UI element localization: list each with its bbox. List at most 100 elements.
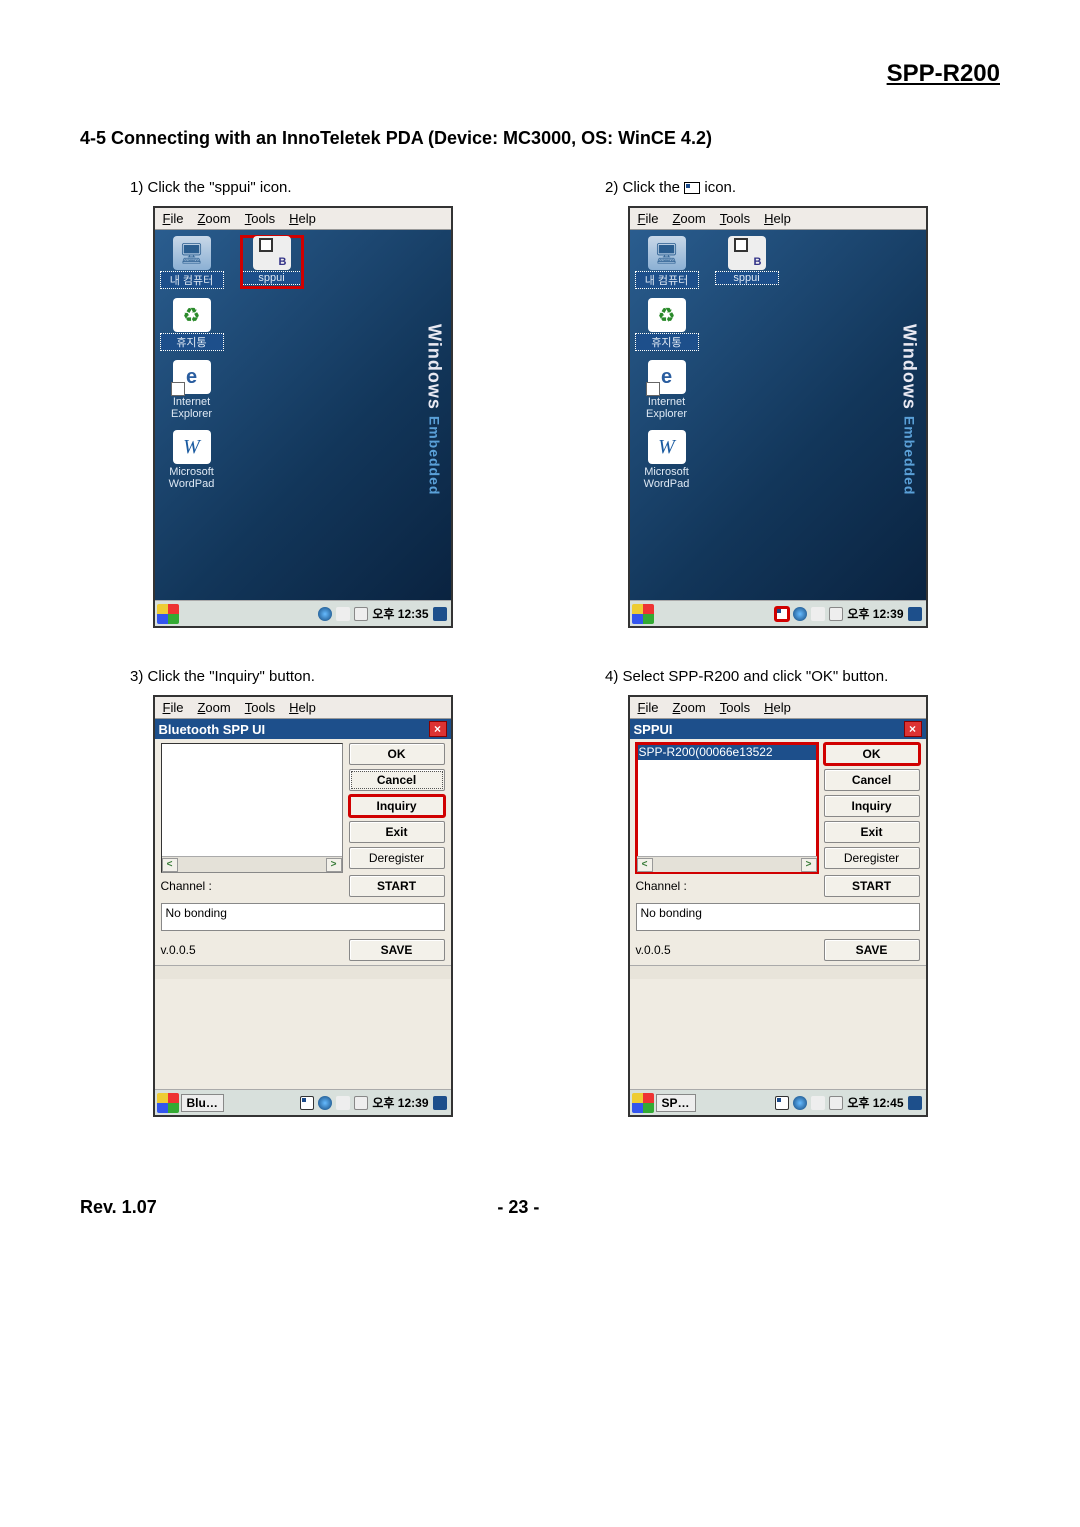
start-button[interactable] bbox=[632, 604, 654, 624]
menu-help[interactable]: Help bbox=[764, 700, 791, 715]
inquiry-button[interactable]: Inquiry bbox=[824, 795, 920, 817]
device-listbox[interactable]: SPP-R200(00066e13522 < > bbox=[636, 743, 818, 873]
menu-help[interactable]: Help bbox=[289, 700, 316, 715]
desktop-ie[interactable]: e Internet Explorer bbox=[636, 360, 698, 420]
conn-tray-icon[interactable] bbox=[775, 607, 789, 621]
close-button[interactable]: × bbox=[904, 721, 922, 737]
tray-app-icon[interactable] bbox=[908, 1096, 922, 1110]
globe-icon[interactable] bbox=[318, 607, 332, 621]
menu-file[interactable]: File bbox=[638, 211, 659, 226]
taskbar: SP… 오후 12:45 bbox=[630, 1089, 926, 1115]
titlebar: SPPUI × bbox=[630, 719, 926, 739]
wordpad-label: Microsoft WordPad bbox=[161, 466, 223, 490]
menu-help[interactable]: Help bbox=[764, 211, 791, 226]
h-scrollbar[interactable]: < > bbox=[637, 856, 817, 872]
menu-tools[interactable]: Tools bbox=[245, 700, 275, 715]
volume-icon[interactable] bbox=[336, 1096, 350, 1110]
taskbar-app-button[interactable]: Blu… bbox=[181, 1094, 224, 1112]
menu-file[interactable]: File bbox=[638, 700, 659, 715]
channel-label: Channel : bbox=[636, 879, 687, 893]
system-tray: 오후 12:39 bbox=[300, 1094, 448, 1111]
menu-zoom[interactable]: Zoom bbox=[672, 700, 705, 715]
keyboard-icon[interactable] bbox=[829, 607, 843, 621]
version-label: v.0.0.5 bbox=[161, 943, 339, 957]
scroll-right[interactable]: > bbox=[801, 858, 817, 872]
taskbar-app-button[interactable]: SP… bbox=[656, 1094, 696, 1112]
ok-button[interactable]: OK bbox=[824, 743, 920, 765]
menu-zoom[interactable]: Zoom bbox=[197, 211, 230, 226]
desktop-wordpad[interactable]: W Microsoft WordPad bbox=[636, 430, 698, 490]
tray-app-icon[interactable] bbox=[433, 607, 447, 621]
menubar: File Zoom Tools Help bbox=[155, 697, 451, 719]
menu-zoom[interactable]: Zoom bbox=[197, 700, 230, 715]
cancel-button[interactable]: Cancel bbox=[824, 769, 920, 791]
tray-app-icon[interactable] bbox=[433, 1096, 447, 1110]
menu-help[interactable]: Help bbox=[289, 211, 316, 226]
start-button[interactable] bbox=[157, 604, 179, 624]
tray-app-icon[interactable] bbox=[908, 607, 922, 621]
device-list-item[interactable]: SPP-R200(00066e13522 bbox=[637, 744, 817, 760]
window-title: Bluetooth SPP UI bbox=[159, 722, 266, 737]
scroll-right[interactable]: > bbox=[326, 858, 342, 872]
desktop-sppui[interactable]: sppui bbox=[241, 236, 303, 288]
desktop-recyclebin[interactable]: ♻ 휴지통 bbox=[161, 298, 223, 350]
desktop-wordpad[interactable]: W Microsoft WordPad bbox=[161, 430, 223, 490]
cancel-button[interactable]: Cancel bbox=[349, 769, 445, 791]
toolbar-strip bbox=[155, 965, 451, 979]
ie-icon: e bbox=[648, 360, 686, 394]
status-box: No bonding bbox=[161, 903, 445, 931]
revision: Rev. 1.07 bbox=[80, 1197, 157, 1218]
desktop-mycomputer[interactable]: 🖥 내 컴퓨터 bbox=[161, 236, 223, 288]
step-1-text: 1) Click the "sppui" icon. bbox=[80, 179, 525, 196]
menu-tools[interactable]: Tools bbox=[720, 211, 750, 226]
desktop-sppui[interactable]: sppui bbox=[716, 236, 778, 288]
system-tray: 오후 12:35 bbox=[318, 605, 448, 622]
volume-icon[interactable] bbox=[811, 607, 825, 621]
deregister-button[interactable]: Deregister bbox=[349, 847, 445, 869]
conn-tray-icon[interactable] bbox=[775, 1096, 789, 1110]
menubar: File Zoom Tools Help bbox=[630, 208, 926, 230]
conn-tray-icon[interactable] bbox=[300, 1096, 314, 1110]
keyboard-icon[interactable] bbox=[354, 1096, 368, 1110]
start-button[interactable] bbox=[632, 1093, 654, 1113]
keyboard-icon[interactable] bbox=[354, 607, 368, 621]
menu-tools[interactable]: Tools bbox=[245, 211, 275, 226]
start-button[interactable] bbox=[157, 1093, 179, 1113]
taskbar: 오후 12:39 bbox=[630, 600, 926, 626]
desktop-mycomputer[interactable]: 🖥 내 컴퓨터 bbox=[636, 236, 698, 288]
globe-icon[interactable] bbox=[793, 1096, 807, 1110]
scroll-left[interactable]: < bbox=[162, 858, 178, 872]
menu-file[interactable]: File bbox=[163, 211, 184, 226]
globe-icon[interactable] bbox=[793, 607, 807, 621]
taskbar: 오후 12:35 bbox=[155, 600, 451, 626]
exit-button[interactable]: Exit bbox=[824, 821, 920, 843]
exit-button[interactable]: Exit bbox=[349, 821, 445, 843]
start-button[interactable]: START bbox=[824, 875, 920, 897]
sppui-label: sppui bbox=[241, 272, 303, 284]
windows-watermark: Windows Embedded bbox=[419, 280, 445, 540]
keyboard-icon[interactable] bbox=[829, 1096, 843, 1110]
version-label: v.0.0.5 bbox=[636, 943, 814, 957]
desktop-ie[interactable]: e Internet Explorer bbox=[161, 360, 223, 420]
desktop-recyclebin[interactable]: ♻ 휴지통 bbox=[636, 298, 698, 350]
device-listbox[interactable]: < > bbox=[161, 743, 343, 873]
deregister-button[interactable]: Deregister bbox=[824, 847, 920, 869]
menu-zoom[interactable]: Zoom bbox=[672, 211, 705, 226]
save-button[interactable]: SAVE bbox=[824, 939, 920, 961]
close-button[interactable]: × bbox=[429, 721, 447, 737]
recycle-icon: ♻ bbox=[173, 298, 211, 332]
volume-icon[interactable] bbox=[336, 607, 350, 621]
step-4-text: 4) Select SPP-R200 and click "OK" button… bbox=[555, 668, 1000, 685]
volume-icon[interactable] bbox=[811, 1096, 825, 1110]
ok-button[interactable]: OK bbox=[349, 743, 445, 765]
start-button[interactable]: START bbox=[349, 875, 445, 897]
inquiry-button[interactable]: Inquiry bbox=[349, 795, 445, 817]
save-button[interactable]: SAVE bbox=[349, 939, 445, 961]
channel-label: Channel : bbox=[161, 879, 212, 893]
titlebar: Bluetooth SPP UI × bbox=[155, 719, 451, 739]
scroll-left[interactable]: < bbox=[637, 858, 653, 872]
menu-tools[interactable]: Tools bbox=[720, 700, 750, 715]
menu-file[interactable]: File bbox=[163, 700, 184, 715]
globe-icon[interactable] bbox=[318, 1096, 332, 1110]
h-scrollbar[interactable]: < > bbox=[162, 856, 342, 872]
